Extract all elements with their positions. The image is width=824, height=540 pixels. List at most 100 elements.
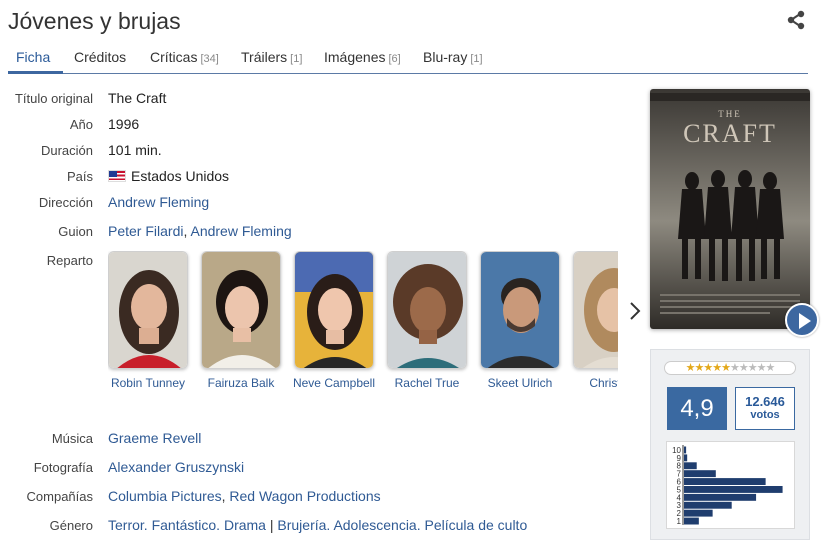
label-direction: Dirección	[38, 195, 93, 210]
histogram-bar	[684, 486, 783, 493]
rating-histogram: 10987654321	[666, 441, 795, 529]
music: Graeme Revell	[108, 430, 201, 446]
director: Andrew Fleming	[108, 194, 209, 210]
histogram-bar	[684, 493, 757, 501]
active-tab-indicator	[8, 71, 63, 74]
country: Estados Unidos	[108, 168, 229, 184]
votes-label: votos	[750, 409, 780, 421]
company-link[interactable]: Columbia Pictures	[108, 488, 222, 504]
tab-label: Tráilers	[241, 49, 288, 65]
tab-label: Imágenes	[324, 49, 386, 65]
label-original-title: Título original	[14, 91, 93, 106]
actor-name[interactable]: Christine	[558, 376, 618, 390]
company-link[interactable]: Red Wagon Productions	[229, 488, 380, 504]
label-music: Música	[51, 431, 93, 446]
separator: .	[216, 517, 224, 533]
histogram-bar	[684, 501, 732, 509]
label-screenplay: Guion	[58, 224, 93, 239]
genre-link[interactable]: Drama	[224, 517, 266, 533]
vote-count: 12.646	[745, 394, 785, 409]
poster-the: THE	[718, 109, 742, 119]
separator: .	[416, 517, 425, 533]
star-filled-icon: ★	[703, 362, 713, 374]
cast-member[interactable]: Skeet Ulrich	[480, 251, 560, 390]
star-rating: ★★★★★★★★★★	[664, 361, 796, 375]
tab-criticas[interactable]: Críticas [34]	[150, 49, 219, 65]
actor-photo[interactable]	[573, 251, 618, 369]
star-filled-icon: ★	[712, 362, 722, 374]
writer-link[interactable]: Andrew Fleming	[190, 223, 291, 239]
histogram-bar	[684, 462, 697, 470]
label-country: País	[66, 169, 93, 184]
tab-trailers[interactable]: Tráilers [1]	[241, 49, 302, 65]
star-filled-icon: ★	[721, 362, 731, 374]
label-photography: Fotografía	[33, 460, 93, 475]
histogram-bar	[684, 517, 699, 525]
star-empty-icon: ★	[730, 362, 740, 374]
star-empty-icon: ★	[756, 362, 767, 374]
tab-label: Blu-ray	[423, 49, 468, 65]
tab-ficha[interactable]: Ficha	[16, 49, 50, 65]
tab-bluray[interactable]: Blu-ray [1]	[423, 49, 483, 65]
cast-member[interactable]: Robin Tunney	[108, 251, 188, 390]
cast-member[interactable]: Rachel True	[387, 251, 467, 390]
genre-link[interactable]: Terror	[108, 517, 144, 533]
star-empty-icon: ★	[765, 362, 776, 374]
cast-member[interactable]: Christine	[573, 251, 618, 390]
share-icon[interactable]	[786, 10, 806, 30]
histogram-score-label: 1	[677, 517, 682, 526]
photography: Alexander Gruszynski	[108, 459, 244, 475]
tab-creditos[interactable]: Créditos	[74, 49, 126, 65]
original-title: The Craft	[108, 90, 167, 106]
actor-photo[interactable]	[387, 251, 467, 369]
topic-link[interactable]: Adolescencia	[333, 517, 416, 533]
tab-label: Críticas	[150, 49, 198, 65]
tab-label: Ficha	[16, 49, 51, 65]
label-duration: Duración	[40, 143, 93, 158]
label-genre: Género	[49, 518, 93, 533]
cast-carousel: Robin Tunney Fairuza Balk Neve Campbell …	[108, 251, 618, 396]
play-trailer-button[interactable]	[785, 303, 819, 337]
screenplay: Peter Filardi, Andrew Fleming	[108, 223, 292, 239]
chevron-right-icon[interactable]	[628, 300, 642, 322]
vote-count-box[interactable]: 12.646 votos	[735, 387, 795, 430]
histogram-bar	[684, 470, 716, 478]
histogram-bar	[684, 478, 766, 485]
actor-photo[interactable]	[201, 251, 281, 369]
genre: Terror. Fantástico. Drama | Brujería. Ad…	[108, 517, 527, 533]
director-link[interactable]: Andrew Fleming	[108, 194, 209, 210]
separator: |	[265, 517, 278, 533]
histogram-bar	[684, 446, 687, 454]
actor-photo[interactable]	[108, 251, 188, 369]
star-empty-icon: ★	[738, 362, 749, 374]
star-empty-icon: ★	[747, 362, 758, 374]
country-name: Estados Unidos	[131, 168, 230, 184]
composer-link[interactable]: Graeme Revell	[108, 430, 201, 446]
tab-count: [1]	[290, 53, 303, 65]
year: 1996	[108, 116, 140, 132]
cinematographer-link[interactable]: Alexander Gruszynski	[108, 459, 244, 475]
topic-link[interactable]: Película de culto	[425, 517, 528, 533]
label-cast: Reparto	[46, 253, 93, 268]
separator: .	[143, 517, 152, 533]
actor-photo[interactable]	[294, 251, 374, 369]
tab-imagenes[interactable]: Imágenes [6]	[324, 49, 401, 65]
tab-count: [6]	[388, 53, 401, 65]
companies: Columbia Pictures, Red Wagon Productions	[108, 488, 381, 504]
rating-panel: ★★★★★★★★★★ 4,9 12.646 votos 10 9 8 7 6 5 4 3 2 1	[650, 349, 810, 540]
star-filled-icon: ★	[685, 362, 696, 374]
movie-poster[interactable]: THE CRAFT	[650, 89, 810, 329]
poster-title: CRAFT	[683, 119, 777, 148]
label-year: Año	[69, 117, 93, 132]
genre-link[interactable]: Fantástico	[152, 517, 217, 533]
duration: 101 min.	[108, 142, 162, 158]
tab-label: Créditos	[74, 49, 127, 65]
page-title: Jóvenes y brujas	[8, 8, 181, 34]
average-score: 4,9	[667, 387, 727, 430]
cast-member[interactable]: Neve Campbell	[293, 251, 375, 390]
topic-link[interactable]: Brujería	[277, 517, 326, 533]
actor-photo[interactable]	[480, 251, 560, 369]
cast-member[interactable]: Fairuza Balk	[201, 251, 281, 390]
tab-bar: Ficha Créditos Críticas [34] Tráilers [1] …	[8, 40, 808, 74]
writer-link[interactable]: Peter Filardi	[108, 223, 183, 239]
